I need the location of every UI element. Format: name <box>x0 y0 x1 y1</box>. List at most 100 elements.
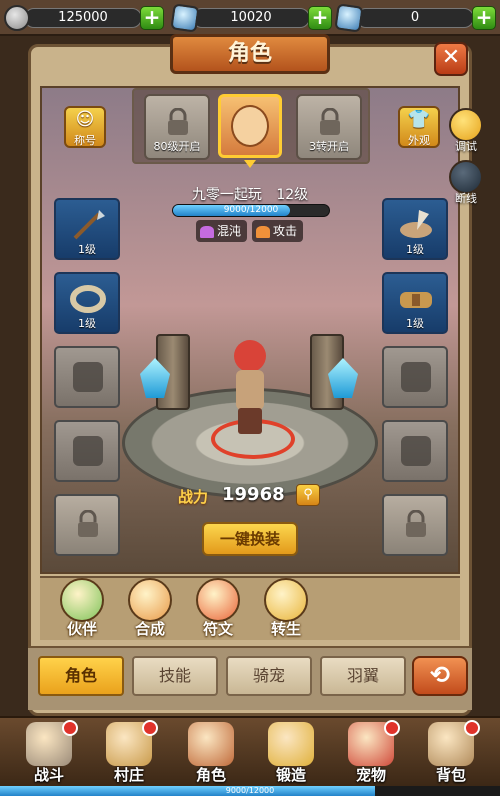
blue-diamond-icon <box>170 3 200 33</box>
feature-label: 伙伴 <box>66 620 97 638</box>
add-crystal-button[interactable]: + <box>472 6 496 30</box>
boots-silhouette-icon <box>401 436 431 466</box>
swap-all-button[interactable]: 一键换装 <box>202 522 298 556</box>
lock-icon <box>78 510 98 537</box>
equip-level: 1级 <box>78 243 96 256</box>
xp-bar: 9000/12000 <box>172 204 330 217</box>
lock-icon <box>406 510 426 537</box>
magnifier-icon: ⚲ <box>303 487 313 502</box>
equip-slot-boots-empty[interactable] <box>382 420 448 482</box>
lock-caption: 3转开启 <box>309 140 349 153</box>
equip-slot-weapon[interactable]: 1级 <box>54 198 120 260</box>
power-label: 战力 <box>178 488 209 506</box>
lock-icon <box>320 108 340 135</box>
pants-silhouette-icon <box>73 436 103 466</box>
nav-character[interactable]: 角色 <box>176 718 246 784</box>
silver-currency: 125000 + <box>4 5 164 31</box>
lock-caption: 80级开启 <box>153 140 201 153</box>
crystal-amount: 0 <box>356 8 474 28</box>
feature-partner[interactable]: 伙伴 <box>52 578 112 642</box>
character-portrait-icon <box>188 722 234 766</box>
tab-skills[interactable]: 技能 <box>132 656 218 696</box>
armor-silhouette-icon <box>73 362 103 392</box>
equip-slot-locked[interactable] <box>54 494 120 556</box>
feature-rune[interactable]: 符文 <box>188 578 248 642</box>
bag-silhouette-icon <box>401 362 431 392</box>
selected-indicator-icon <box>244 160 256 168</box>
equip-level: 1级 <box>406 243 424 256</box>
add-silver-button[interactable]: + <box>140 6 164 30</box>
xp-text: 9000/12000 <box>223 205 279 215</box>
character-body <box>236 370 264 410</box>
helmet-icon <box>400 210 432 238</box>
silver-coin-icon <box>4 5 30 31</box>
notification-badge <box>142 720 158 736</box>
feature-synthesis[interactable]: 合成 <box>120 578 180 642</box>
close-button[interactable]: ✕ <box>434 42 468 76</box>
tab-wings[interactable]: 羽翼 <box>320 656 406 696</box>
debug-label: 调试 <box>455 140 477 153</box>
power-detail-button[interactable]: ⚲ <box>296 484 320 506</box>
character-head <box>234 340 266 372</box>
chaos-icon <box>200 225 214 238</box>
locked-avatar-slot[interactable]: 3转开启 <box>296 94 362 160</box>
hammer-icon <box>268 722 314 766</box>
equip-slot-bracelet[interactable]: 1级 <box>54 272 120 334</box>
appearance-button-label: 外观 <box>408 134 430 147</box>
equip-slot-locked[interactable] <box>382 494 448 556</box>
disconnect-icon[interactable] <box>449 160 483 194</box>
nav-forge[interactable]: 锻造 <box>256 718 326 784</box>
equip-slot-belt[interactable]: 1级 <box>382 272 448 334</box>
disconnect-label: 断线 <box>455 192 477 205</box>
debug-icon[interactable] <box>449 108 483 142</box>
title-button[interactable]: ☺ 称号 <box>64 106 106 148</box>
player-name-level: 九零一起玩 12级 <box>150 184 350 204</box>
add-diamond-button[interactable]: + <box>308 6 332 30</box>
bottom-xp-text: 9000/12000 <box>225 786 275 795</box>
equip-slot-helmet[interactable]: 1级 <box>382 198 448 260</box>
shirt-icon: 👕 <box>407 109 431 130</box>
avatar-face-icon <box>231 105 269 147</box>
title-badge-icon: ☺ <box>75 109 95 130</box>
equip-level: 1级 <box>406 317 424 330</box>
feature-rebirth[interactable]: 转生 <box>256 578 316 642</box>
title-button-label: 称号 <box>74 134 96 147</box>
bracelet-icon <box>70 285 106 313</box>
current-avatar[interactable] <box>218 94 282 158</box>
nav-label: 村庄 <box>113 766 144 784</box>
spear-icon <box>73 210 105 240</box>
rebirth-icon <box>264 578 308 622</box>
nav-village[interactable]: 村庄 <box>94 718 164 784</box>
lock-icon <box>168 108 188 135</box>
feature-label: 合成 <box>134 620 165 638</box>
power-value: 19968 <box>222 484 285 505</box>
locked-avatar-slot[interactable]: 80级开启 <box>144 94 210 160</box>
equip-slot-bag-empty[interactable] <box>382 346 448 408</box>
notification-badge <box>384 720 400 736</box>
tab-character[interactable]: 角色 <box>38 656 124 696</box>
nav-pet[interactable]: 宠物 <box>336 718 406 784</box>
notification-badge <box>62 720 78 736</box>
player-name: 九零一起玩 <box>191 187 262 203</box>
back-button[interactable]: ⟲ <box>412 656 468 696</box>
back-arrow-icon: ⟲ <box>429 661 451 689</box>
window-title: 角色 <box>170 34 330 74</box>
equip-level: 1级 <box>78 317 96 330</box>
bottom-xp-bar: 9000/12000 <box>0 786 500 796</box>
role-tag-label: 攻击 <box>273 224 298 238</box>
nav-label: 锻造 <box>275 766 306 784</box>
nav-label: 角色 <box>195 766 226 784</box>
appearance-button[interactable]: 👕 外观 <box>398 106 440 148</box>
tab-mount[interactable]: 骑宠 <box>226 656 312 696</box>
character-legs <box>238 408 262 434</box>
player-character <box>222 340 278 436</box>
blue-crystal-icon <box>334 3 364 33</box>
synthesis-icon <box>128 578 172 622</box>
nav-label: 战斗 <box>33 766 64 784</box>
nav-label: 宠物 <box>355 766 386 784</box>
nav-battle[interactable]: 战斗 <box>14 718 84 784</box>
equip-slot-armor-empty[interactable] <box>54 346 120 408</box>
equip-slot-pants-empty[interactable] <box>54 420 120 482</box>
nav-bag[interactable]: 背包 <box>416 718 486 784</box>
diamond-currency: 10020 + <box>170 3 332 33</box>
